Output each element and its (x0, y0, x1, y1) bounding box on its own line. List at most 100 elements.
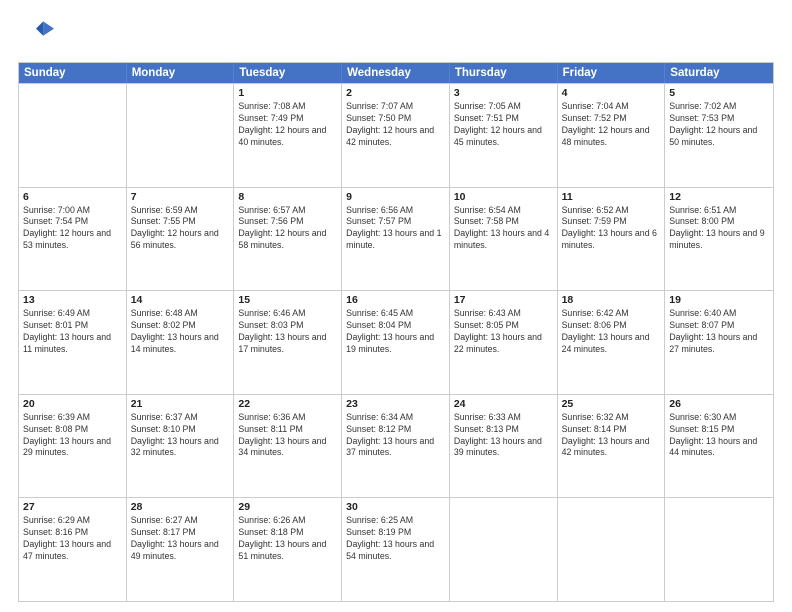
cell-day-number: 17 (454, 294, 553, 306)
day-header-tuesday: Tuesday (234, 63, 342, 83)
cell-day-number: 22 (238, 398, 337, 410)
calendar-cell (450, 498, 558, 601)
cell-day-number: 21 (131, 398, 230, 410)
calendar-week-3: 13Sunrise: 6:49 AM Sunset: 8:01 PM Dayli… (19, 290, 773, 394)
cell-info-text: Sunrise: 6:48 AM Sunset: 8:02 PM Dayligh… (131, 308, 230, 356)
cell-day-number: 19 (669, 294, 769, 306)
cell-day-number: 15 (238, 294, 337, 306)
cell-day-number: 14 (131, 294, 230, 306)
calendar-week-4: 20Sunrise: 6:39 AM Sunset: 8:08 PM Dayli… (19, 394, 773, 498)
calendar-cell: 5 Sunrise: 7:02 AM Sunset: 7:53 PM Daylig… (665, 84, 773, 187)
cell-info-text: Sunrise: 7:02 AM Sunset: 7:53 PM Dayligh… (669, 101, 769, 149)
cell-day-number: 12 (669, 191, 769, 203)
cell-info-text: Sunrise: 7:04 AM Sunset: 7:52 PM Dayligh… (562, 101, 661, 149)
cell-day-number: 6 (23, 191, 122, 203)
cell-info-text: Sunrise: 6:25 AM Sunset: 8:19 PM Dayligh… (346, 515, 445, 563)
calendar-cell: 2 Sunrise: 7:07 AM Sunset: 7:50 PM Daylig… (342, 84, 450, 187)
cell-info-text: Sunrise: 6:34 AM Sunset: 8:12 PM Dayligh… (346, 412, 445, 460)
calendar-cell: 11 Sunrise: 6:52 AM Sunset: 7:59 PM Dayli… (558, 188, 666, 291)
cell-day-number: 26 (669, 398, 769, 410)
calendar-cell: 6 Sunrise: 7:00 AM Sunset: 7:54 PM Daylig… (19, 188, 127, 291)
calendar-cell: 17Sunrise: 6:43 AM Sunset: 8:05 PM Dayli… (450, 291, 558, 394)
cell-info-text: Sunrise: 7:05 AM Sunset: 7:51 PM Dayligh… (454, 101, 553, 149)
calendar-cell: 1 Sunrise: 7:08 AM Sunset: 7:49 PM Daylig… (234, 84, 342, 187)
calendar: SundayMondayTuesdayWednesdayThursdayFrid… (18, 62, 774, 602)
calendar-cell: 26 Sunrise: 6:30 AM Sunset: 8:15 PM Dayli… (665, 395, 773, 498)
calendar-cell: 25 Sunrise: 6:32 AM Sunset: 8:14 PM Dayli… (558, 395, 666, 498)
calendar-header-row: SundayMondayTuesdayWednesdayThursdayFrid… (19, 63, 773, 83)
cell-info-text: Sunrise: 6:57 AM Sunset: 7:56 PM Dayligh… (238, 205, 337, 253)
cell-day-number: 16 (346, 294, 445, 306)
day-header-saturday: Saturday (665, 63, 773, 83)
day-header-thursday: Thursday (450, 63, 558, 83)
calendar-cell (19, 84, 127, 187)
calendar-body: 1 Sunrise: 7:08 AM Sunset: 7:49 PM Daylig… (19, 83, 773, 601)
cell-info-text: Sunrise: 6:46 AM Sunset: 8:03 PM Dayligh… (238, 308, 337, 356)
cell-day-number: 27 (23, 501, 122, 513)
cell-info-text: Sunrise: 6:51 AM Sunset: 8:00 PM Dayligh… (669, 205, 769, 253)
calendar-week-1: 1 Sunrise: 7:08 AM Sunset: 7:49 PM Daylig… (19, 83, 773, 187)
cell-day-number: 1 (238, 87, 337, 99)
calendar-cell: 15 Sunrise: 6:46 AM Sunset: 8:03 PM Dayli… (234, 291, 342, 394)
cell-info-text: Sunrise: 7:00 AM Sunset: 7:54 PM Dayligh… (23, 205, 122, 253)
cell-info-text: Sunrise: 6:30 AM Sunset: 8:15 PM Dayligh… (669, 412, 769, 460)
calendar-week-2: 6 Sunrise: 7:00 AM Sunset: 7:54 PM Daylig… (19, 187, 773, 291)
cell-day-number: 8 (238, 191, 337, 203)
calendar-cell: 10Sunrise: 6:54 AM Sunset: 7:58 PM Dayli… (450, 188, 558, 291)
cell-info-text: Sunrise: 6:40 AM Sunset: 8:07 PM Dayligh… (669, 308, 769, 356)
calendar-cell: 18 Sunrise: 6:42 AM Sunset: 8:06 PM Dayli… (558, 291, 666, 394)
calendar-cell: 14 Sunrise: 6:48 AM Sunset: 8:02 PM Dayli… (127, 291, 235, 394)
cell-day-number: 5 (669, 87, 769, 99)
calendar-cell: 29Sunrise: 6:26 AM Sunset: 8:18 PM Dayli… (234, 498, 342, 601)
calendar-cell: 22 Sunrise: 6:36 AM Sunset: 8:11 PM Dayli… (234, 395, 342, 498)
cell-day-number: 30 (346, 501, 445, 513)
cell-info-text: Sunrise: 6:59 AM Sunset: 7:55 PM Dayligh… (131, 205, 230, 253)
cell-day-number: 23 (346, 398, 445, 410)
calendar-cell (127, 84, 235, 187)
cell-info-text: Sunrise: 6:42 AM Sunset: 8:06 PM Dayligh… (562, 308, 661, 356)
day-header-sunday: Sunday (19, 63, 127, 83)
calendar-cell: 30 Sunrise: 6:25 AM Sunset: 8:19 PM Dayli… (342, 498, 450, 601)
cell-day-number: 10 (454, 191, 553, 203)
cell-info-text: Sunrise: 6:39 AM Sunset: 8:08 PM Dayligh… (23, 412, 122, 460)
calendar-cell: 4 Sunrise: 7:04 AM Sunset: 7:52 PM Daylig… (558, 84, 666, 187)
cell-day-number: 24 (454, 398, 553, 410)
cell-day-number: 7 (131, 191, 230, 203)
day-header-wednesday: Wednesday (342, 63, 450, 83)
cell-info-text: Sunrise: 6:52 AM Sunset: 7:59 PM Dayligh… (562, 205, 661, 253)
cell-info-text: Sunrise: 6:32 AM Sunset: 8:14 PM Dayligh… (562, 412, 661, 460)
calendar-cell: 12 Sunrise: 6:51 AM Sunset: 8:00 PM Dayli… (665, 188, 773, 291)
day-header-monday: Monday (127, 63, 235, 83)
cell-day-number: 25 (562, 398, 661, 410)
day-header-friday: Friday (558, 63, 666, 83)
cell-info-text: Sunrise: 7:07 AM Sunset: 7:50 PM Dayligh… (346, 101, 445, 149)
calendar-cell: 16 Sunrise: 6:45 AM Sunset: 8:04 PM Dayli… (342, 291, 450, 394)
cell-day-number: 18 (562, 294, 661, 306)
cell-info-text: Sunrise: 6:56 AM Sunset: 7:57 PM Dayligh… (346, 205, 445, 253)
calendar-cell: 9 Sunrise: 6:56 AM Sunset: 7:57 PM Daylig… (342, 188, 450, 291)
calendar-cell: 7 Sunrise: 6:59 AM Sunset: 7:55 PM Daylig… (127, 188, 235, 291)
calendar-cell: 3 Sunrise: 7:05 AM Sunset: 7:51 PM Daylig… (450, 84, 558, 187)
calendar-cell: 19 Sunrise: 6:40 AM Sunset: 8:07 PM Dayli… (665, 291, 773, 394)
logo (18, 16, 54, 52)
calendar-cell: 20Sunrise: 6:39 AM Sunset: 8:08 PM Dayli… (19, 395, 127, 498)
cell-day-number: 28 (131, 501, 230, 513)
cell-day-number: 4 (562, 87, 661, 99)
cell-day-number: 9 (346, 191, 445, 203)
calendar-week-5: 27 Sunrise: 6:29 AM Sunset: 8:16 PM Dayli… (19, 497, 773, 601)
calendar-cell (558, 498, 666, 601)
calendar-cell: 8 Sunrise: 6:57 AM Sunset: 7:56 PM Daylig… (234, 188, 342, 291)
cell-info-text: Sunrise: 6:45 AM Sunset: 8:04 PM Dayligh… (346, 308, 445, 356)
header (18, 16, 774, 52)
cell-info-text: Sunrise: 6:37 AM Sunset: 8:10 PM Dayligh… (131, 412, 230, 460)
cell-info-text: Sunrise: 6:36 AM Sunset: 8:11 PM Dayligh… (238, 412, 337, 460)
calendar-cell: 27 Sunrise: 6:29 AM Sunset: 8:16 PM Dayli… (19, 498, 127, 601)
cell-info-text: Sunrise: 6:29 AM Sunset: 8:16 PM Dayligh… (23, 515, 122, 563)
page: SundayMondayTuesdayWednesdayThursdayFrid… (0, 0, 792, 612)
cell-info-text: Sunrise: 7:08 AM Sunset: 7:49 PM Dayligh… (238, 101, 337, 149)
cell-day-number: 3 (454, 87, 553, 99)
cell-day-number: 11 (562, 191, 661, 203)
cell-day-number: 2 (346, 87, 445, 99)
cell-day-number: 29 (238, 501, 337, 513)
calendar-cell: 13Sunrise: 6:49 AM Sunset: 8:01 PM Dayli… (19, 291, 127, 394)
